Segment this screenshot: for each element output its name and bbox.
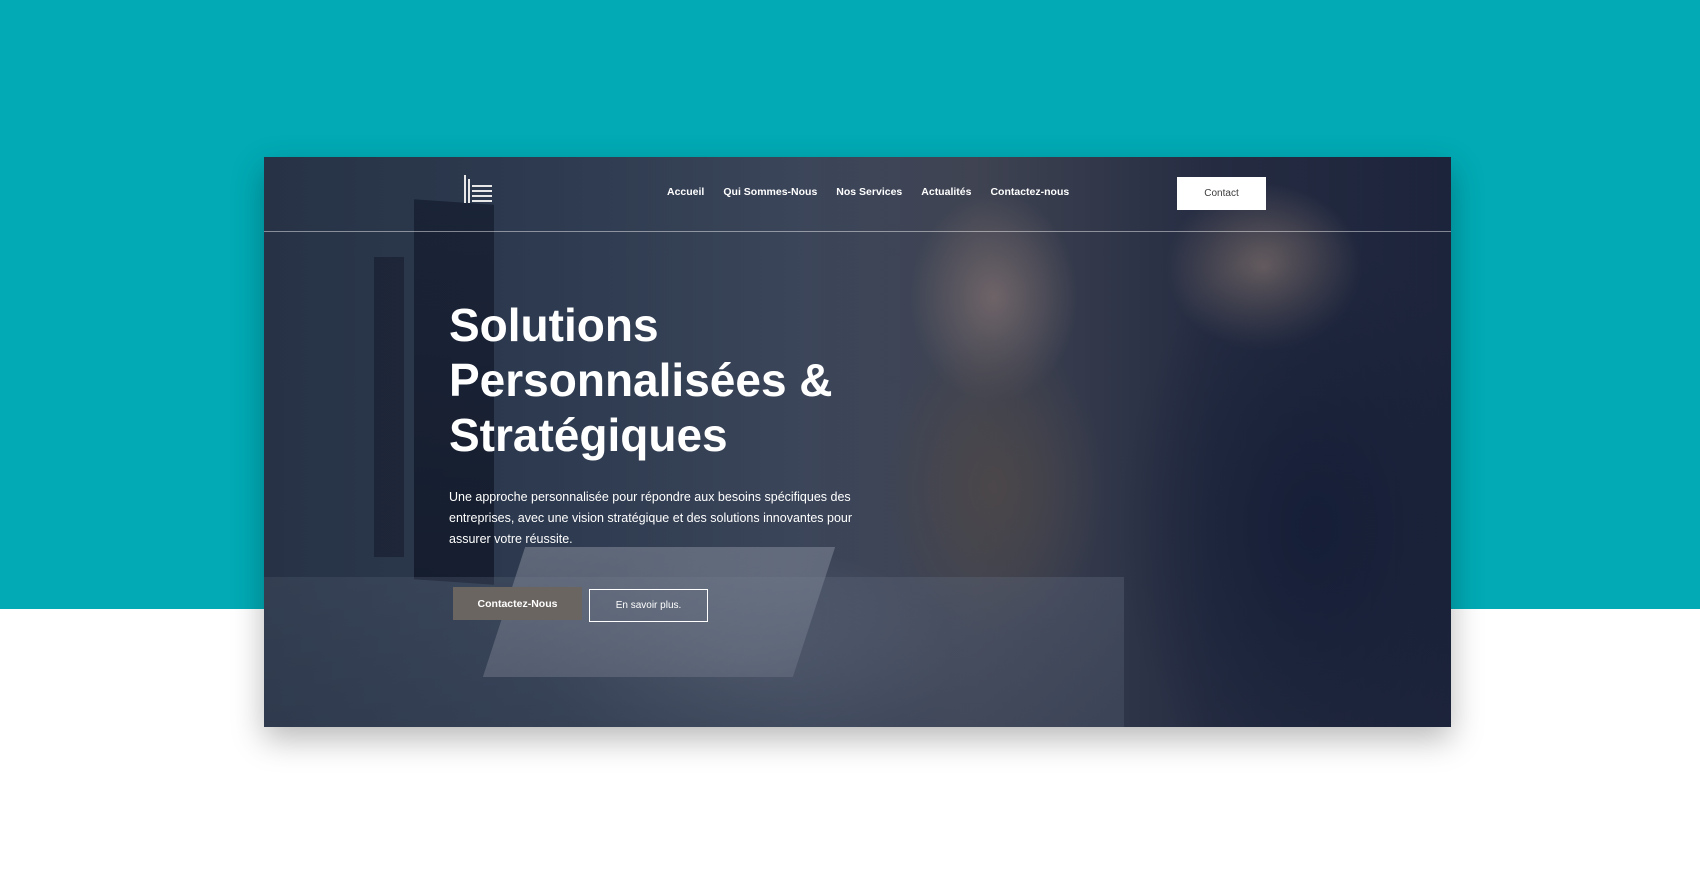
website-screenshot-frame: Accueil Qui Sommes-Nous Nos Services Act… bbox=[264, 157, 1451, 727]
hero-title: Solutions Personnalisées & Stratégiques bbox=[449, 298, 969, 463]
main-navigation: Accueil Qui Sommes-Nous Nos Services Act… bbox=[667, 186, 1069, 198]
nav-item-actualites[interactable]: Actualités bbox=[921, 186, 971, 198]
en-savoir-plus-button[interactable]: En savoir plus. bbox=[589, 589, 708, 622]
nav-item-contactez-nous[interactable]: Contactez-nous bbox=[990, 186, 1069, 198]
hero-title-line: Stratégiques bbox=[449, 409, 728, 461]
hero-description: Une approche personnalisée pour répondre… bbox=[449, 490, 853, 546]
hero-title-line: Solutions bbox=[449, 299, 659, 351]
building-logo-icon[interactable] bbox=[462, 175, 494, 205]
hero-title-line: Personnalisées & bbox=[449, 354, 833, 406]
contactez-nous-button[interactable]: Contactez-Nous bbox=[453, 587, 582, 620]
nav-item-accueil[interactable]: Accueil bbox=[667, 186, 704, 198]
site-header: Accueil Qui Sommes-Nous Nos Services Act… bbox=[264, 157, 1451, 232]
nav-item-nos-services[interactable]: Nos Services bbox=[836, 186, 902, 198]
nav-item-qui-sommes-nous[interactable]: Qui Sommes-Nous bbox=[723, 186, 817, 198]
contact-button[interactable]: Contact bbox=[1177, 177, 1266, 210]
